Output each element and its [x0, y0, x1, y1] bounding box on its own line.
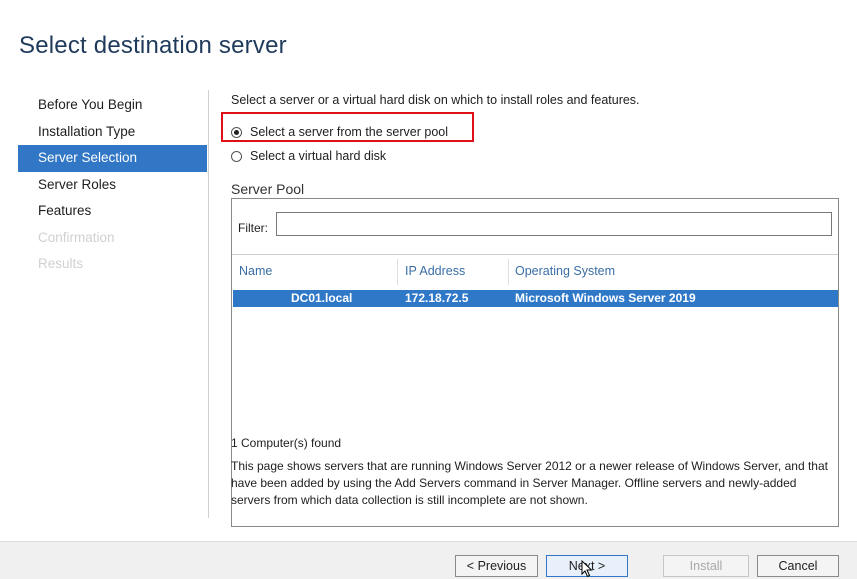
column-header-name[interactable]: Name [233, 255, 397, 288]
cell-os: Microsoft Windows Server 2019 [515, 291, 696, 305]
column-separator[interactable] [397, 259, 398, 285]
nav-divider [208, 90, 209, 518]
footer-bar: < Previous Next > Install Cancel [0, 541, 857, 579]
column-header-ip-address[interactable]: IP Address [399, 255, 509, 288]
main-panel: Select a server or a virtual hard disk o… [221, 93, 839, 527]
nav-item-features[interactable]: Features [18, 198, 207, 225]
option-server-pool-label: Select a server from the server pool [250, 125, 448, 139]
table-row[interactable]: DC01.local 172.18.72.5 Microsoft Windows… [233, 290, 838, 307]
column-header-operating-system[interactable]: Operating System [509, 255, 829, 288]
cell-name: DC01.local [291, 291, 353, 305]
mouse-pointer-icon [581, 560, 593, 578]
nav-item-before-you-begin[interactable]: Before You Begin [18, 92, 207, 119]
install-button: Install [663, 555, 749, 577]
cell-ip: 172.18.72.5 [405, 291, 469, 305]
wizard-nav: Before You Begin Installation Type Serve… [18, 92, 207, 278]
cancel-button[interactable]: Cancel [757, 555, 839, 577]
computer-count: 1 Computer(s) found [231, 436, 342, 450]
description-text: This page shows servers that are running… [231, 459, 828, 507]
table-header: Name IP Address Operating System [232, 255, 838, 288]
previous-button[interactable]: < Previous [455, 555, 538, 577]
option-server-pool[interactable]: Select a server from the server pool [231, 125, 448, 139]
server-pool-title: Server Pool [231, 181, 305, 197]
filter-bar: Filter: [232, 199, 838, 255]
nav-item-installation-type[interactable]: Installation Type [18, 119, 207, 146]
option-vhd-label: Select a virtual hard disk [250, 149, 387, 163]
nav-item-results: Results [38, 256, 84, 271]
nav-item-server-roles[interactable]: Server Roles [18, 172, 207, 199]
option-virtual-hard-disk[interactable]: Select a virtual hard disk [231, 149, 386, 163]
filter-label: Filter: [238, 221, 268, 235]
page-title: Select destination server [19, 32, 287, 59]
radio-unchecked-icon[interactable] [231, 150, 242, 162]
radio-checked-icon[interactable] [231, 126, 242, 138]
nav-item-confirmation: Confirmation [38, 229, 115, 245]
filter-input[interactable] [276, 212, 832, 236]
instruction-text: Select a server or a virtual hard disk o… [231, 93, 640, 107]
nav-item-server-selection[interactable]: Server Selection [18, 145, 207, 172]
